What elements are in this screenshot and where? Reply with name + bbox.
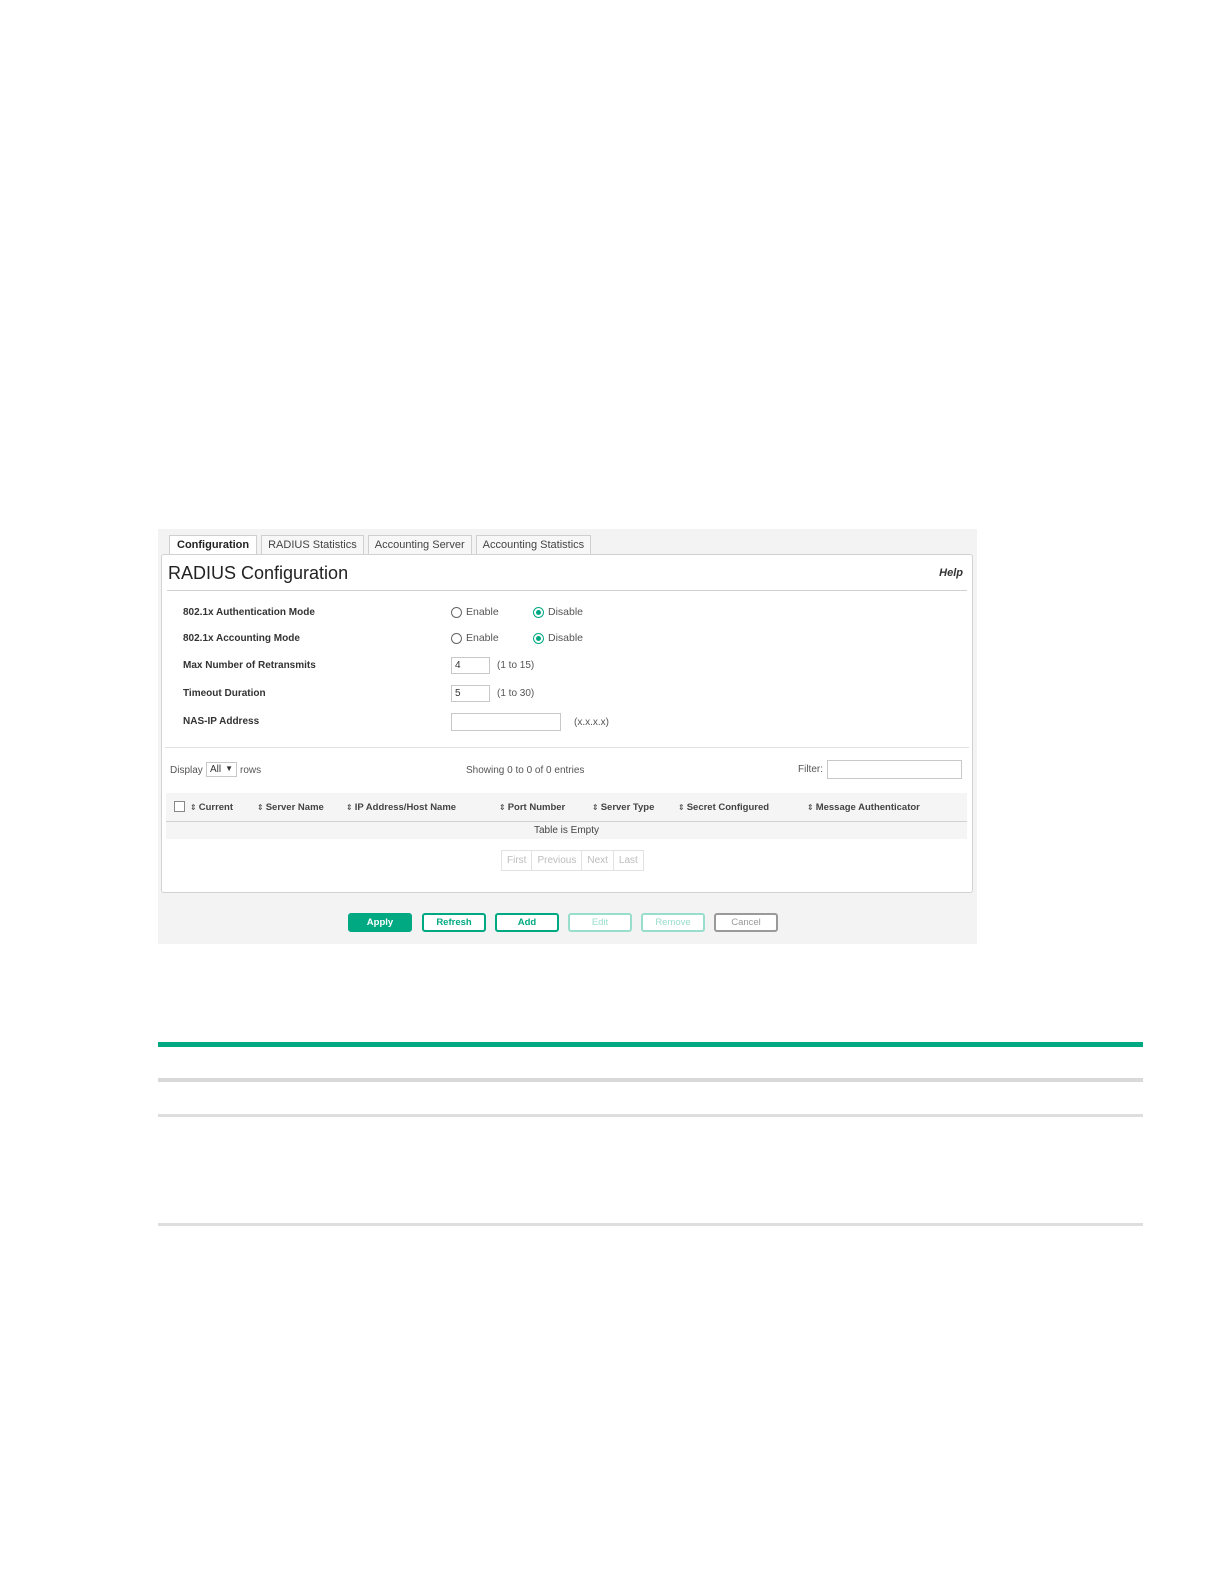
pager-next[interactable]: Next [582,851,614,870]
sort-icon: ⇕ [257,803,264,812]
add-button[interactable]: Add [495,913,559,932]
pagination: First Previous Next Last [501,850,644,871]
column-header-current[interactable]: ⇕ Current [190,802,233,813]
column-label: Secret Configured [686,802,770,813]
auth-mode-disable-label: Disable [548,606,584,618]
timeout-row: Timeout Duration 5 (1 to 30) [162,685,972,705]
nas-ip-hint: (x.x.x.x) [574,717,609,728]
filter-input[interactable] [827,760,962,779]
timeout-label: Timeout Duration [183,688,266,699]
tab-accounting-server[interactable]: Accounting Server [367,535,472,555]
sort-icon: ⇕ [499,803,506,812]
sort-icon: ⇕ [592,803,599,812]
config-panel: RADIUS Configuration Help 802.1x Authent… [161,554,973,893]
pager-previous[interactable]: Previous [532,851,583,870]
column-label: Message Authenticator [815,802,920,813]
nas-ip-label: NAS-IP Address [183,716,260,727]
auth-mode-enable-label: Enable [466,606,499,618]
filter-label: Filter: [798,764,823,775]
auth-mode-disable-option[interactable]: Disable [533,606,583,618]
title-divider [167,590,967,591]
display-rows-value: All [210,764,222,775]
acct-mode-enable-label: Enable [466,632,499,644]
pager-last[interactable]: Last [614,851,643,870]
retransmits-row: Max Number of Retransmits 4 (1 to 15) [162,657,972,677]
nas-ip-input[interactable] [451,713,561,731]
column-header-server-name[interactable]: ⇕ Server Name [257,802,324,813]
sort-icon: ⇕ [190,803,197,812]
column-label: Current [198,802,234,813]
column-label: IP Address/Host Name [354,802,457,813]
column-label: Server Name [265,802,324,813]
column-header-ip-address[interactable]: ⇕ IP Address/Host Name [346,802,456,813]
auth-mode-enable-option[interactable]: Enable [451,606,499,618]
tab-configuration[interactable]: Configuration [169,535,258,556]
table-header: ⇕ Current ⇕ Server Name ⇕ IP Address/Host N… [166,793,967,822]
timeout-input[interactable]: 5 [451,685,490,702]
help-link[interactable]: Help [939,567,963,579]
sort-icon: ⇕ [807,803,814,812]
auth-mode-row: 802.1x Authentication Mode Enable Disabl… [162,605,972,625]
rows-label: rows [240,765,262,776]
remove-button[interactable]: Remove [641,913,705,932]
tab-bar: Configuration RADIUS Statistics Accounti… [169,535,592,556]
tab-radius-statistics[interactable]: RADIUS Statistics [261,535,364,555]
radio-icon[interactable] [451,632,462,644]
column-label: Port Number [507,802,566,813]
column-header-message-authenticator[interactable]: ⇕ Message Authenticator [807,802,920,813]
table-empty-message: Table is Empty [166,822,967,839]
display-label: Display [170,765,203,776]
column-label: Server Type [600,802,655,813]
acct-mode-disable-option[interactable]: Disable [533,632,583,644]
select-all-checkbox[interactable] [174,801,185,812]
edit-button[interactable]: Edit [568,913,632,932]
accent-rule [158,1042,1143,1047]
column-header-server-type[interactable]: ⇕ Server Type [592,802,654,813]
acct-mode-label: 802.1x Accounting Mode [183,633,300,644]
sort-icon: ⇕ [346,803,353,812]
sort-icon: ⇕ [678,803,685,812]
acct-mode-enable-option[interactable]: Enable [451,632,499,644]
cancel-button[interactable]: Cancel [714,913,778,932]
gray-rule [158,1223,1143,1226]
column-header-port-number[interactable]: ⇕ Port Number [499,802,565,813]
gray-rule [158,1114,1143,1117]
acct-mode-row: 802.1x Accounting Mode Enable Disable [162,631,972,651]
retransmits-hint: (1 to 15) [497,660,535,671]
caret-down-icon: ▼ [225,764,233,773]
tab-accounting-statistics[interactable]: Accounting Statistics [475,535,592,555]
gray-rule [158,1078,1143,1082]
timeout-hint: (1 to 30) [497,688,535,699]
retransmits-input[interactable]: 4 [451,657,490,674]
radio-selected-icon[interactable] [533,606,544,618]
entries-summary: Showing 0 to 0 of 0 entries [466,765,585,776]
column-header-secret-configured[interactable]: ⇕ Secret Configured [678,802,769,813]
nas-ip-row: NAS-IP Address (x.x.x.x) [162,713,972,733]
retransmits-label: Max Number of Retransmits [183,660,316,671]
section-divider [165,747,969,748]
refresh-button[interactable]: Refresh [422,913,486,932]
acct-mode-disable-label: Disable [548,632,584,644]
apply-button[interactable]: Apply [348,913,412,932]
radio-icon[interactable] [451,606,462,618]
radius-config-screenshot: Configuration RADIUS Statistics Accounti… [158,529,977,944]
auth-mode-label: 802.1x Authentication Mode [183,607,315,618]
pager-first[interactable]: First [502,851,533,870]
display-rows-select[interactable]: All ▼ [206,762,237,777]
radio-selected-icon[interactable] [533,632,544,644]
page-title: RADIUS Configuration [168,563,349,583]
